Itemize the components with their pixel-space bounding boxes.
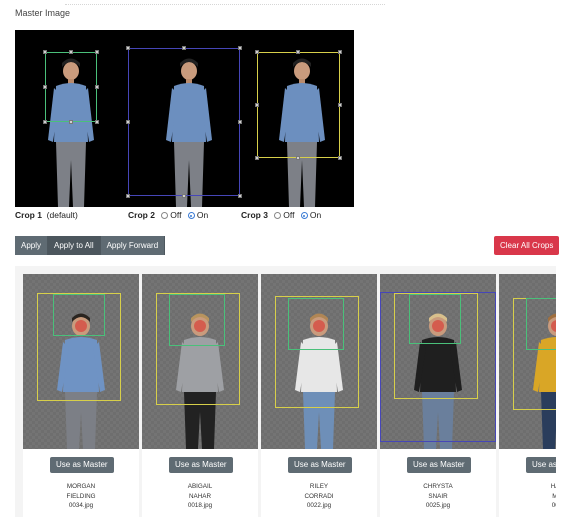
crop-handle[interactable] [338,156,342,160]
use-as-master-button[interactable]: Use as Master [407,457,471,473]
student-first-name: ABIGAIL [187,483,213,490]
student-card: Use as Master MORGAN FIELDING 0034.jpg [23,274,139,517]
crop-handle[interactable] [182,46,186,50]
apply-forward-button[interactable]: Apply Forward [100,236,166,255]
use-as-master-button[interactable]: Use as Master [288,457,352,473]
crop2-off-radio[interactable] [161,212,169,219]
use-as-master-button[interactable]: Use as Master [50,457,114,473]
crop-handle[interactable] [238,120,242,124]
student-file-name: 0034.jpg [68,502,94,509]
crop1-label: Crop 1 [15,210,42,220]
use-as-master-button[interactable]: Use as Master [169,457,233,473]
crop-handle[interactable] [95,120,99,124]
master-image-panel [15,30,354,207]
crop2-box[interactable] [126,46,242,198]
crop-handle[interactable] [43,120,47,124]
crop1-box[interactable] [43,50,99,124]
crop1-note: (default) [46,210,78,220]
apply-to-all-button[interactable]: Apply to All [48,236,101,255]
student-first-name: HAY [550,483,556,490]
crop3-label: Crop 3 [241,210,268,220]
crop3-on-label[interactable]: On [310,210,321,220]
crop2-label: Crop 2 [128,210,155,220]
crop1-option: Crop 1 (default) [15,210,78,220]
crop-handle[interactable] [338,103,342,107]
student-file-name: 0025.jpg [425,502,451,509]
crop-handle[interactable] [95,85,99,89]
student-photo[interactable] [261,274,377,449]
student-card: Use as Master HAY MA 003 [499,274,556,517]
student-photo[interactable] [23,274,139,449]
student-photo[interactable] [499,274,556,449]
use-as-master-button[interactable]: Use as Master [526,457,556,473]
student-caption: HAY MA 003 [499,482,556,511]
crop2-off-label[interactable]: Off [170,210,181,220]
master-image-title: Master Image [15,8,71,18]
student-last-name: NAHAR [188,492,212,500]
student-card: Use as Master RILEY CORRADI 0022.jpg [261,274,377,517]
crop-handle[interactable] [69,50,73,54]
crop-handle[interactable] [238,46,242,50]
student-last-name: FIELDING [66,492,96,500]
crop3-off-radio[interactable] [274,212,282,219]
crop2-option: Crop 2 Off On [128,210,208,220]
clear-all-crops-button[interactable]: Clear All Crops [494,236,560,255]
student-last-name: MA [552,492,556,500]
crop-handle[interactable] [182,194,186,198]
crop-handle[interactable] [126,120,130,124]
student-card: Use as Master CHRYSTA SNAIR 0025.jpg [380,274,496,517]
student-last-name: CORRADI [304,492,334,500]
student-card: Use as Master ABIGAIL NAHAR 0018.jpg [142,274,258,517]
student-caption: RILEY CORRADI 0022.jpg [261,482,377,511]
crop3-on-radio[interactable] [300,212,308,219]
crop3-box[interactable] [255,50,342,160]
student-first-name: CHRYSTA [423,483,453,490]
student-first-name: RILEY [309,483,329,490]
crop-handle[interactable] [43,50,47,54]
student-photo[interactable] [380,274,496,449]
crop-handle[interactable] [338,50,342,54]
crop-handle[interactable] [43,85,47,89]
student-caption: CHRYSTA SNAIR 0025.jpg [380,482,496,511]
student-first-name: MORGAN [66,483,96,490]
crop3-off-label[interactable]: Off [283,210,294,220]
student-caption: MORGAN FIELDING 0034.jpg [23,482,139,511]
crop-handle[interactable] [296,50,300,54]
student-file-name: 0022.jpg [306,502,332,509]
student-photo[interactable] [142,274,258,449]
crop-handle[interactable] [126,194,130,198]
crop-handle[interactable] [255,156,259,160]
crop-handle[interactable] [95,50,99,54]
crop-handle[interactable] [126,46,130,50]
crop-handle[interactable] [255,50,259,54]
apply-button[interactable]: Apply [15,236,49,255]
crop-handle[interactable] [238,194,242,198]
crop2-on-radio[interactable] [187,212,195,219]
student-file-name: 0018.jpg [187,502,213,509]
student-last-name: SNAIR [428,492,448,500]
crop-handle[interactable] [296,156,300,160]
crop3-option: Crop 3 Off On [241,210,321,220]
crop-handle[interactable] [255,103,259,107]
student-caption: ABIGAIL NAHAR 0018.jpg [142,482,258,511]
apply-button-group: Apply Apply to All Apply Forward [15,236,166,255]
student-file-name: 003 [551,502,556,509]
crop2-on-label[interactable]: On [197,210,208,220]
crop-handle[interactable] [69,120,73,124]
thumbnail-strip[interactable]: Use as Master MORGAN FIELDING 0034.jpg U… [15,266,556,517]
